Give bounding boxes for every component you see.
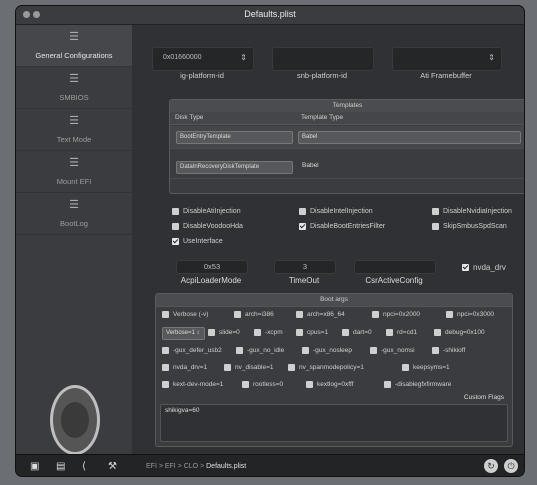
- boot-arg-checkbox[interactable]: nvda_drv=1: [162, 363, 207, 373]
- boot-arg-checkbox[interactable]: dart=0: [342, 328, 372, 338]
- boot-arg-checkbox[interactable]: -xcpm: [254, 328, 283, 338]
- template-type-value[interactable]: Babel: [302, 162, 319, 169]
- boot-arg-checkbox[interactable]: -gux_defer_usb2: [162, 346, 222, 356]
- snb-platform-id-field[interactable]: [272, 47, 374, 71]
- ig-platform-id-field[interactable]: 0x01660000 ⇕: [152, 47, 254, 71]
- boot-arg-checkbox[interactable]: -gux_nosleep: [302, 346, 352, 356]
- template-type-header: Template Type: [296, 112, 524, 125]
- boot-arg-checkbox[interactable]: keepsyms=1: [402, 363, 450, 373]
- boot-arg-checkbox[interactable]: -disablegfxfirmware: [384, 380, 451, 390]
- save-icon[interactable]: ▣: [30, 461, 39, 472]
- ati-framebuffer-field[interactable]: ⇕: [392, 47, 502, 71]
- disable-nvidia-checkbox[interactable]: DisableNvidiaInjection: [432, 207, 512, 217]
- acpi-loader-mode-label: AcpiLoaderMode: [180, 276, 242, 285]
- csr-active-config-label: CsrActiveConfig: [365, 276, 423, 285]
- boot-arg-checkbox[interactable]: nv_spanmodepolicy=1: [288, 363, 364, 373]
- list-icon: ☰: [69, 157, 79, 169]
- skip-smbus-checkbox[interactable]: SkipSmbusSpdScan: [432, 222, 507, 232]
- boot-args-panel: Boot args Verbose (-v) arch=i386 arch=x8…: [155, 293, 513, 447]
- sidebar-item-mount-efi[interactable]: ☰ Mount EFI: [16, 151, 132, 193]
- sidebar-item-label: General Configurations: [35, 51, 113, 60]
- boot-arg-checkbox[interactable]: kextlog=0xfff: [306, 380, 353, 390]
- boot-args-title: Boot args: [156, 294, 512, 307]
- sidebar-item-bootlog[interactable]: ☰ BootLog: [16, 193, 132, 235]
- boot-arg-checkbox[interactable]: -gux_nomsi: [370, 346, 415, 356]
- boot-arg-checkbox[interactable]: rd=cd1: [386, 328, 417, 338]
- list-icon: ☰: [69, 73, 79, 85]
- custom-flags-input[interactable]: shikigva=60: [160, 404, 508, 442]
- ati-framebuffer-label: Ati Framebuffer: [420, 71, 472, 80]
- export-icon[interactable]: ▤: [56, 461, 65, 472]
- templates-panel: Templates Disk Type Template Type BootEn…: [169, 99, 524, 194]
- sidebar-item-label: SMBIOS: [59, 93, 89, 102]
- boot-arg-checkbox[interactable]: -shikioff: [432, 346, 465, 356]
- title-bar: Defaults.plist: [16, 6, 524, 25]
- sidebar-item-label: BootLog: [60, 219, 88, 228]
- disable-boot-entries-checkbox[interactable]: DisableBootEntriesFilter: [299, 222, 385, 232]
- ig-platform-value: 0x01660000: [163, 54, 202, 61]
- disk-type-select[interactable]: BootEntryTemplate: [176, 131, 293, 144]
- boot-arg-checkbox[interactable]: rootless=0: [242, 380, 283, 390]
- disk-type-select[interactable]: DataInRecoveryDiskTemplate: [176, 161, 293, 174]
- table-row[interactable]: BootEntryTemplate Babel: [170, 126, 524, 149]
- verbose-level-select[interactable]: Verbose=1 ↕: [162, 327, 205, 340]
- share-icon[interactable]: ⟨: [82, 461, 86, 472]
- disable-intel-checkbox[interactable]: DisableIntelInjection: [299, 207, 373, 217]
- sidebar-item-smbios[interactable]: ☰ SMBIOS: [16, 67, 132, 109]
- sidebar-item-general-configurations[interactable]: ☰ General Configurations: [16, 25, 132, 67]
- list-icon: ☰: [69, 115, 79, 127]
- snb-platform-id-label: snb-platform-id: [296, 71, 348, 80]
- disable-voodoo-checkbox[interactable]: DisableVoodooHda: [172, 222, 243, 232]
- csr-active-config-field[interactable]: [354, 260, 436, 274]
- boot-arg-checkbox[interactable]: arch=i386: [234, 310, 274, 320]
- window-title: Defaults.plist: [244, 9, 296, 19]
- wrench-icon[interactable]: ⚒: [108, 461, 117, 472]
- boot-arg-checkbox[interactable]: nv_disable=1: [224, 363, 274, 373]
- sidebar-item-label: Mount EFI: [56, 177, 92, 186]
- ig-platform-id-label: ig-platform-id: [180, 71, 224, 80]
- power-icon[interactable]: ⏻: [504, 459, 518, 473]
- acpi-loader-mode-field[interactable]: 0x53: [176, 260, 248, 274]
- timeout-field[interactable]: 3: [274, 260, 336, 274]
- boot-arg-checkbox[interactable]: cpus=1: [296, 328, 328, 338]
- boot-arg-checkbox[interactable]: Verbose (-v): [162, 310, 208, 320]
- sidebar-item-label: Text Mode: [56, 135, 92, 144]
- nvda-drv-checkbox[interactable]: nvda_drv: [462, 263, 506, 273]
- stepper-icon[interactable]: ⇕: [488, 53, 495, 62]
- bottom-toolbar: ▣ ▤ ⟨ ⚒ EFI > EFI > CLO > Defaults.plist…: [16, 454, 524, 476]
- clover-logo: [50, 385, 100, 455]
- disable-ati-checkbox[interactable]: DisableAtiInjection: [172, 207, 241, 217]
- use-interface-checkbox[interactable]: UseInterface: [172, 237, 223, 247]
- app-window: Defaults.plist ☰ General Configurations …: [16, 6, 524, 476]
- custom-flags-label: Custom Flags: [463, 394, 504, 401]
- sidebar: ☰ General Configurations ☰ SMBIOS ☰ Text…: [16, 25, 132, 455]
- template-type-value[interactable]: Babel: [298, 131, 521, 144]
- breadcrumb: EFI > EFI > CLO > Defaults.plist: [146, 463, 247, 470]
- refresh-icon[interactable]: ↻: [484, 459, 498, 473]
- boot-arg-checkbox[interactable]: slide=0: [208, 328, 240, 338]
- disk-type-header: Disk Type: [170, 112, 300, 125]
- sidebar-item-text-mode[interactable]: ☰ Text Mode: [16, 109, 132, 151]
- list-icon: ☰: [69, 199, 79, 211]
- list-icon: ☰: [69, 31, 79, 43]
- boot-arg-checkbox[interactable]: kext-dev-mode=1: [162, 380, 223, 390]
- boot-arg-checkbox[interactable]: arch=x86_64: [296, 310, 345, 320]
- table-row[interactable]: DataInRecoveryDiskTemplate Babel: [170, 156, 524, 179]
- boot-arg-checkbox[interactable]: npci=0x2000: [372, 310, 420, 320]
- stepper-icon[interactable]: ⇕: [240, 53, 247, 62]
- boot-arg-checkbox[interactable]: debug=0x100: [434, 328, 485, 338]
- boot-arg-checkbox[interactable]: -gux_no_idle: [236, 346, 284, 356]
- timeout-label: TimeOut: [288, 276, 320, 285]
- boot-arg-checkbox[interactable]: npci=0x3000: [446, 310, 494, 320]
